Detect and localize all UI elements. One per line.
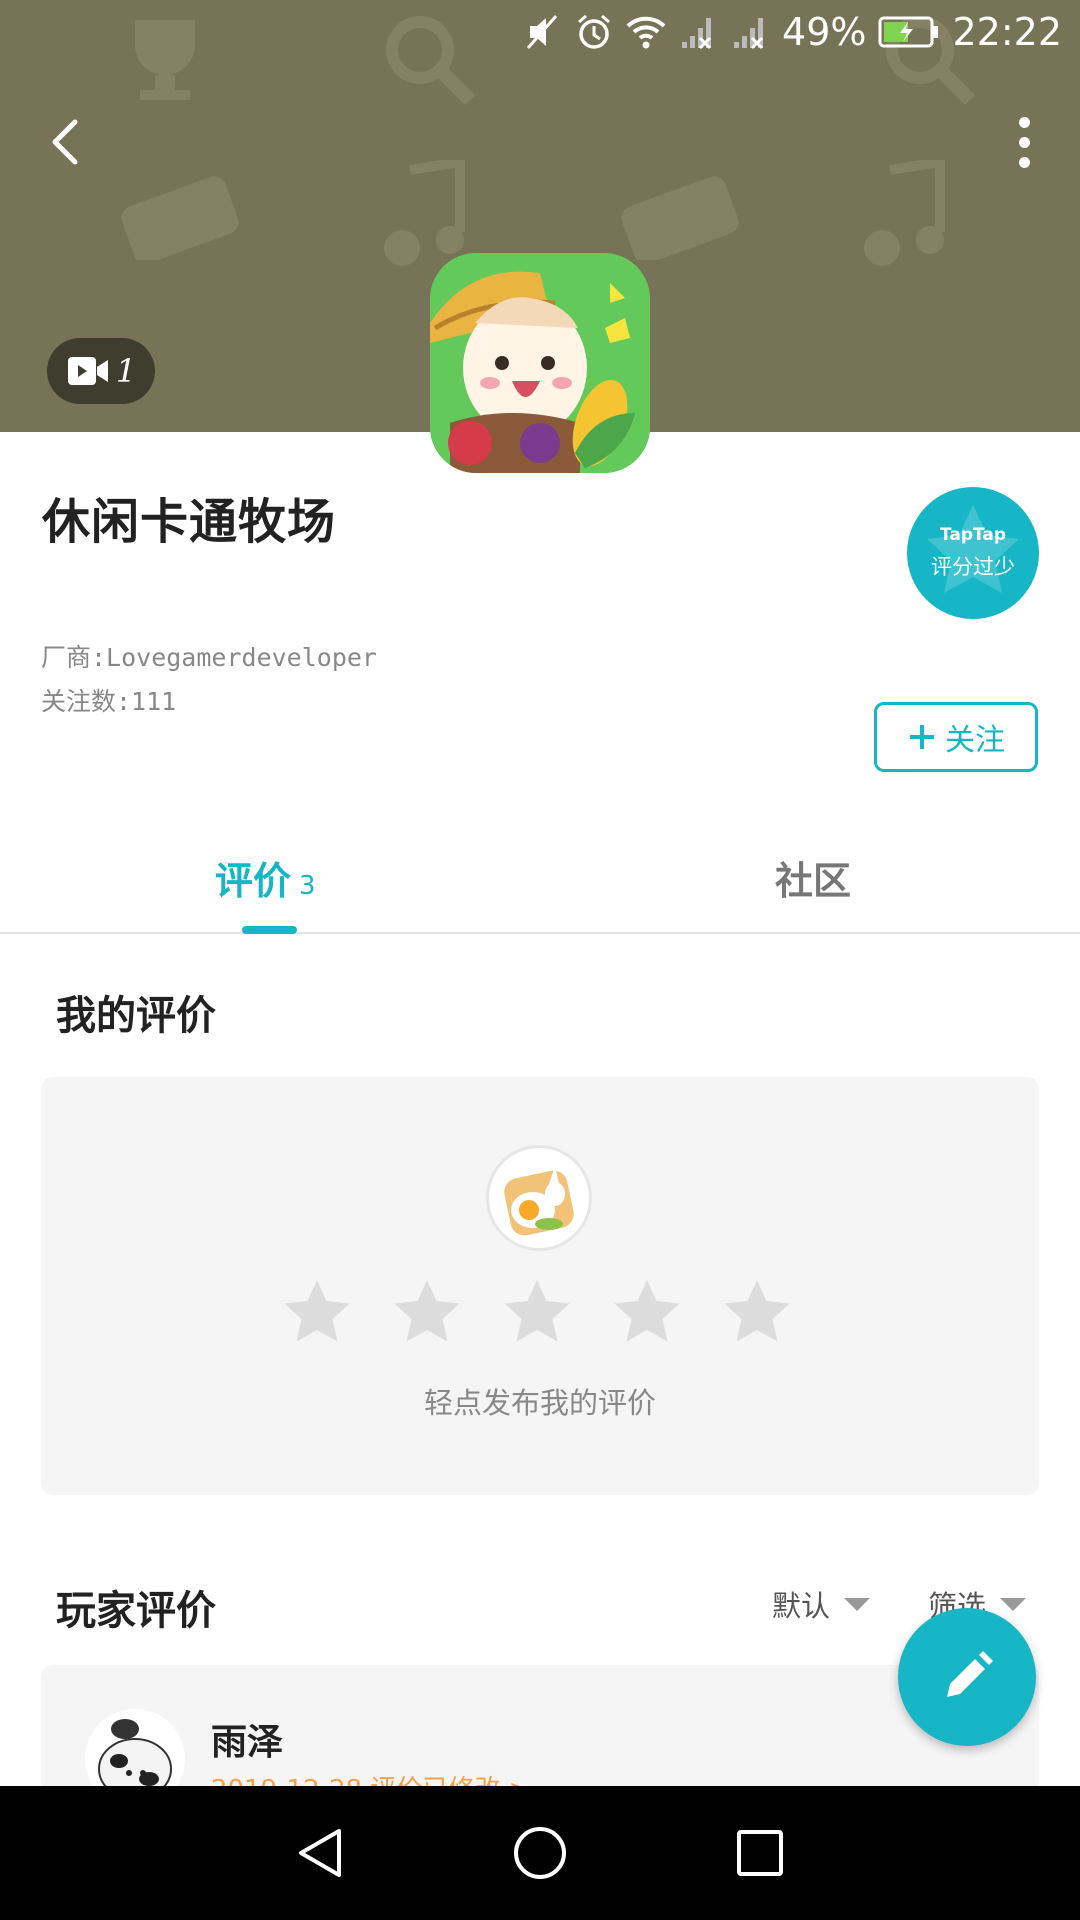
- plus-icon: [910, 725, 934, 749]
- tab-reviews-label: 评价: [215, 859, 292, 903]
- pencil-icon: [947, 1651, 993, 1697]
- egg-toast-avatar: [504, 1166, 574, 1236]
- rating-stars[interactable]: [282, 1277, 792, 1347]
- followers-count: 关注数:111: [41, 687, 177, 716]
- star-icon[interactable]: [612, 1277, 682, 1347]
- tab-active-indicator: [242, 926, 297, 934]
- score-badge-text: 评分过少: [931, 555, 1015, 579]
- status-bar: 49% 22:22: [0, 0, 1080, 64]
- mute-icon: [526, 15, 558, 49]
- more-options-button[interactable]: [1008, 112, 1040, 172]
- game-title: 休闲卡通牧场: [42, 494, 337, 550]
- follow-button[interactable]: 关注: [874, 702, 1038, 772]
- more-dot: [1018, 136, 1030, 148]
- nav-recent-button[interactable]: [730, 1823, 790, 1883]
- music-bg-icon: [384, 160, 465, 266]
- user-avatar[interactable]: [486, 1145, 592, 1251]
- caret-down-icon: [844, 1597, 871, 1611]
- more-dot: [1018, 116, 1030, 128]
- gamepad-bg-icon: [121, 176, 239, 260]
- my-review-card[interactable]: 轻点发布我的评价: [41, 1077, 1039, 1495]
- video-badge[interactable]: 1: [47, 338, 155, 404]
- more-dot: [1018, 156, 1030, 168]
- battery-charging-icon: [878, 16, 939, 48]
- tab-reviews-count: 3: [299, 871, 316, 901]
- square-recent-icon: [737, 1830, 783, 1876]
- tab-bar: 评价 3 社区: [0, 820, 1080, 934]
- tab-community-label: 社区: [775, 859, 852, 903]
- write-review-fab[interactable]: [898, 1608, 1036, 1746]
- score-badge-brand: TapTap: [939, 525, 1007, 545]
- my-review-title: 我的评价: [56, 993, 216, 1039]
- wifi-icon: [626, 16, 666, 49]
- triangle-back-icon: [299, 1829, 341, 1877]
- star-icon[interactable]: [392, 1277, 462, 1347]
- developer-label: 厂商:Lovegamerdeveloper: [41, 643, 377, 672]
- sort-label: 默认: [772, 1589, 831, 1623]
- sort-dropdown[interactable]: 默认: [772, 1583, 871, 1625]
- battery-percent: 49%: [782, 10, 867, 54]
- follow-button-label: 关注: [945, 723, 1005, 758]
- star-icon[interactable]: [282, 1277, 352, 1347]
- signal-2-icon: [734, 18, 764, 50]
- review-item[interactable]: 雨泽 2019-12-28 评价已修改 >: [41, 1665, 1039, 1805]
- nav-home-button[interactable]: [510, 1823, 570, 1883]
- gamepad-bg-icon-2: [621, 176, 739, 260]
- tab-community[interactable]: 社区: [775, 850, 851, 905]
- chevron-left-icon: [52, 119, 78, 165]
- reviewer-name[interactable]: 雨泽: [211, 1713, 283, 1765]
- signal-1-icon: [682, 18, 712, 50]
- taptap-score-badge: TapTap 评分过少: [907, 487, 1039, 619]
- alpaca-farm-logo: [430, 253, 650, 473]
- nav-back-button[interactable]: [290, 1823, 350, 1883]
- video-count: 1: [115, 352, 137, 390]
- star-icon[interactable]: [722, 1277, 792, 1347]
- back-button[interactable]: [40, 112, 88, 172]
- caret-down-icon: [1000, 1597, 1027, 1611]
- alarm-icon: [578, 14, 610, 49]
- game-app-icon: [430, 253, 650, 473]
- video-camera-icon: [67, 357, 108, 385]
- system-nav-bar: [0, 1786, 1080, 1920]
- tab-reviews[interactable]: 评价 3: [215, 850, 316, 905]
- player-reviews-title: 玩家评价: [56, 1588, 216, 1634]
- music-bg-icon-2: [864, 160, 945, 266]
- circle-home-icon: [514, 1827, 566, 1879]
- star-icon[interactable]: [502, 1277, 572, 1347]
- publish-review-hint: 轻点发布我的评价: [423, 1386, 656, 1420]
- clock: 22:22: [952, 10, 1062, 54]
